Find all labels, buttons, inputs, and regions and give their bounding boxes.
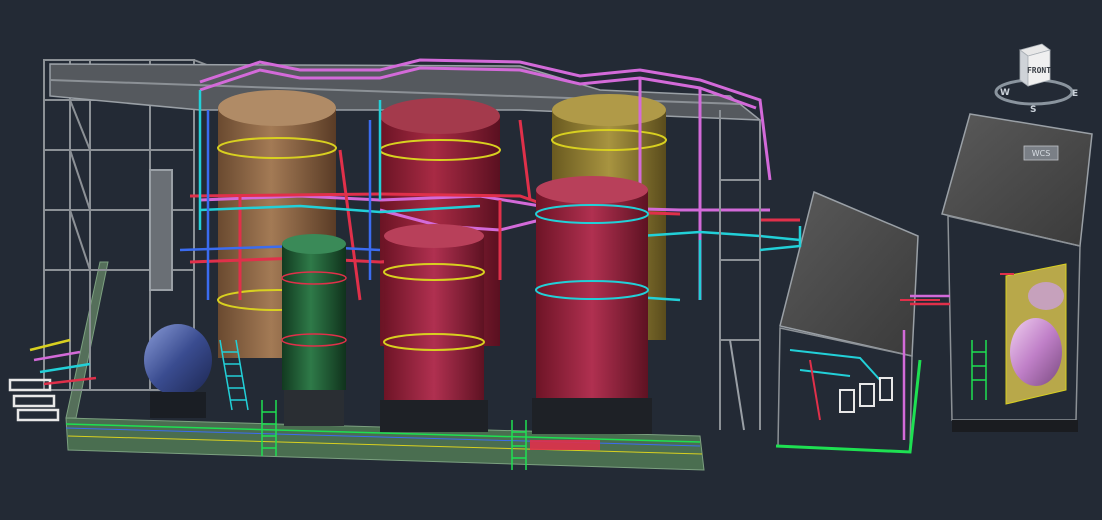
tank-red-large[interactable] [532, 176, 652, 434]
compass-west[interactable]: W [1000, 88, 1010, 98]
pink-horizontal-vessel[interactable] [1005, 263, 1067, 405]
ucs-label: WCS [1032, 149, 1051, 158]
viewcube[interactable]: FRONT W E S [992, 40, 1092, 120]
ucs-tag: WCS [1023, 145, 1059, 161]
tank-green[interactable] [281, 234, 347, 426]
viewcube-face-label: FRONT [1027, 66, 1051, 75]
blue-pressure-vessel[interactable] [144, 324, 212, 418]
compass-east[interactable]: E [1072, 89, 1078, 99]
cad-3d-viewport[interactable]: WCS FRONT W E S [0, 0, 1102, 520]
compass-south[interactable]: S [1030, 105, 1036, 115]
plant-3d-model[interactable]: WCS [0, 0, 1102, 520]
tank-red-middle[interactable] [380, 224, 488, 432]
right-steel-frame[interactable] [719, 110, 761, 431]
right-shelter-skid[interactable]: WCS [941, 113, 1093, 432]
